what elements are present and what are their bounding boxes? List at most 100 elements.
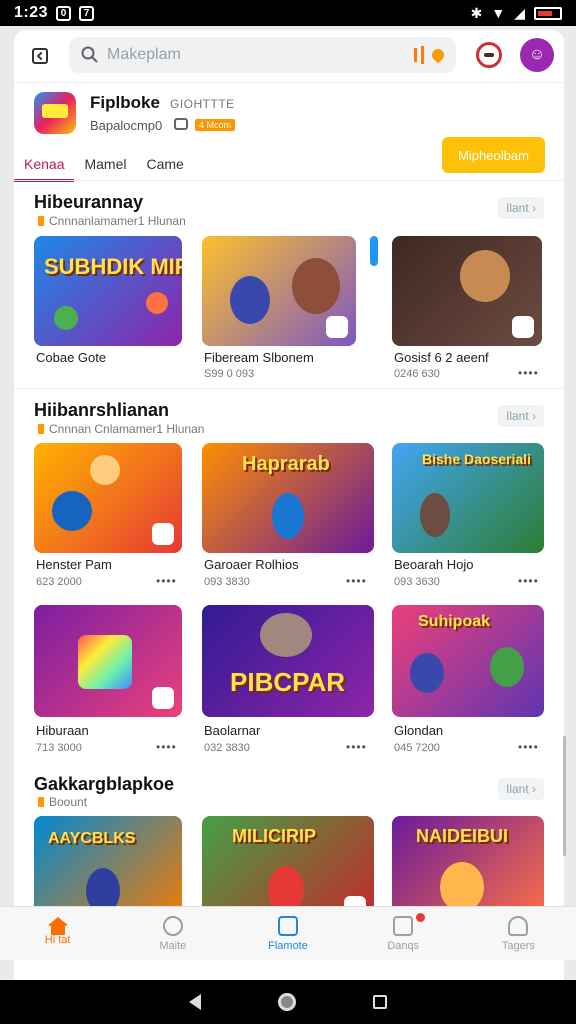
search-icon	[81, 46, 98, 63]
character-figure	[90, 455, 120, 485]
mic-icon[interactable]	[414, 46, 447, 64]
game-thumbnail[interactable]: SUBHDIK MIPLASS	[34, 236, 182, 346]
more-options-icon[interactable]: ••••	[156, 574, 177, 588]
gem-icon	[54, 306, 78, 330]
cube-icon	[78, 635, 132, 689]
section-subtitle: Cnnnanlamamer1 Hlunan	[38, 214, 186, 228]
profile-icon[interactable]: ☺	[520, 38, 554, 72]
thumb-banner: Suhipoak	[418, 613, 491, 630]
card-meta: 093 3630	[394, 576, 440, 588]
section-subtitle: Cnnnan Cnlamamer1 Hlunan	[38, 422, 204, 436]
system-home-icon[interactable]	[277, 993, 296, 1011]
mascot-icon[interactable]	[476, 42, 502, 68]
chat-icon[interactable]	[174, 118, 188, 130]
game-thumbnail[interactable]: Haprarab	[202, 443, 374, 553]
app-badge-icon	[512, 316, 534, 338]
card-title: Fibeream Slbonem	[204, 350, 314, 365]
card-title: Gosisf 6 2 aeenf	[394, 350, 489, 365]
more-button[interactable]: Ilant ›	[498, 778, 544, 800]
game-thumbnail[interactable]: Bishe Daoseriali	[392, 443, 544, 553]
card-title: Baolarnar	[204, 723, 261, 738]
tab-bar: Kenaa Mamel Came	[14, 152, 194, 182]
section-title: Hiibanrshlianan	[34, 400, 170, 420]
back-icon[interactable]	[32, 48, 48, 64]
app-badge-icon	[152, 687, 174, 709]
character-figure	[440, 862, 484, 912]
system-back-icon[interactable]	[188, 994, 201, 1010]
character-figure	[230, 276, 270, 324]
game-thumbnail[interactable]	[392, 236, 542, 346]
tab-mamel[interactable]: Mamel	[74, 152, 136, 182]
more-options-icon[interactable]: ••••	[346, 574, 367, 588]
notification-icon: 0	[56, 5, 72, 21]
nav-tagers[interactable]: Tagers	[461, 907, 576, 960]
more-button[interactable]: Ilant ›	[498, 405, 544, 427]
nav-label: Danqs	[387, 939, 420, 952]
game-thumbnail[interactable]	[34, 605, 182, 717]
install-button[interactable]: Mipheolbam	[442, 137, 545, 173]
nav-label: Tagers	[501, 939, 535, 952]
card-meta: 0246 630	[394, 368, 440, 380]
status-icons: ✱ ▼ ◢	[471, 5, 562, 22]
bottom-nav: Hi tat Maite Flamote Danqs Tagers	[0, 906, 576, 960]
status-time: 1:23	[14, 4, 49, 21]
card-title: Hiburaan	[36, 723, 89, 738]
more-button[interactable]: Ilant ›	[498, 197, 544, 219]
game-thumbnail[interactable]	[34, 443, 182, 553]
game-thumbnail[interactable]: Suhipoak	[392, 605, 544, 717]
tab-kenaa[interactable]: Kenaa	[14, 152, 75, 182]
card-meta: 045 7200	[394, 742, 440, 754]
tab-came[interactable]: Came	[137, 152, 194, 182]
search-placeholder: Makeplam	[107, 46, 181, 63]
game-thumbnail[interactable]	[202, 236, 356, 346]
thumb-banner: Bishe Daoseriali	[422, 451, 531, 467]
character-figure	[52, 491, 92, 531]
notification-dot	[415, 913, 425, 922]
character-figure	[272, 493, 304, 539]
system-nav	[0, 980, 576, 1024]
card-meta: 093 3830	[204, 576, 250, 588]
game-thumbnail[interactable]: PIBCPAR	[202, 605, 374, 717]
app-panel: Makeplam ☺ Fiplboke GIOHTTTE Bapalocmp0 …	[14, 30, 564, 980]
more-options-icon[interactable]: ••••	[156, 740, 177, 754]
system-recents-icon[interactable]	[373, 995, 388, 1009]
battery-icon	[534, 6, 562, 20]
location-icon	[429, 46, 447, 64]
top-bar: Makeplam ☺	[14, 30, 564, 82]
section-subtitle: Boount	[38, 795, 87, 809]
scrollbar[interactable]	[563, 736, 566, 856]
app-subtitle: Bapalocmp0	[90, 118, 163, 133]
more-options-icon[interactable]: ••••	[518, 740, 539, 754]
card-meta: S99 0 093	[204, 368, 255, 380]
more-label: Ilant	[505, 201, 529, 215]
signal-icon: ◢	[514, 4, 525, 21]
clock-icon	[162, 915, 183, 936]
nav-home[interactable]: Hi tat	[0, 907, 115, 960]
card-title: Glondan	[394, 723, 444, 738]
card-meta: 623 2000	[36, 576, 82, 588]
home-icon	[46, 917, 69, 935]
app-tag: GIOHTTTE	[170, 97, 235, 111]
nav-danqs[interactable]: Danqs	[346, 907, 461, 960]
nav-flamote[interactable]: Flamote	[230, 907, 345, 960]
card-title: Garoaer Rolhios	[204, 557, 299, 572]
section-title: Hibeurannay	[34, 192, 144, 212]
character-figure	[260, 613, 312, 657]
more-options-icon[interactable]: ••••	[518, 574, 539, 588]
status-bar: 1:23 0 7 ✱ ▼ ◢	[0, 0, 576, 26]
gem-icon	[146, 292, 168, 314]
more-options-icon[interactable]: ••••	[518, 366, 539, 380]
character-figure	[410, 653, 444, 693]
bluetooth-icon: ✱	[470, 4, 483, 21]
character-figure	[420, 493, 450, 537]
app-badge: 4 Mcom	[195, 119, 236, 131]
divider	[14, 82, 564, 83]
section-title: Gakkargblapkoe	[34, 774, 175, 794]
more-options-icon[interactable]: ••••	[346, 740, 367, 754]
search-input[interactable]: Makeplam	[69, 37, 456, 73]
thumb-banner: NAIDEIBUI	[416, 826, 509, 846]
nav-maite[interactable]: Maite	[115, 907, 230, 960]
more-label: Ilant	[505, 782, 529, 796]
partial-badge	[370, 236, 378, 266]
section-subtitle-text: Boount	[49, 795, 88, 809]
